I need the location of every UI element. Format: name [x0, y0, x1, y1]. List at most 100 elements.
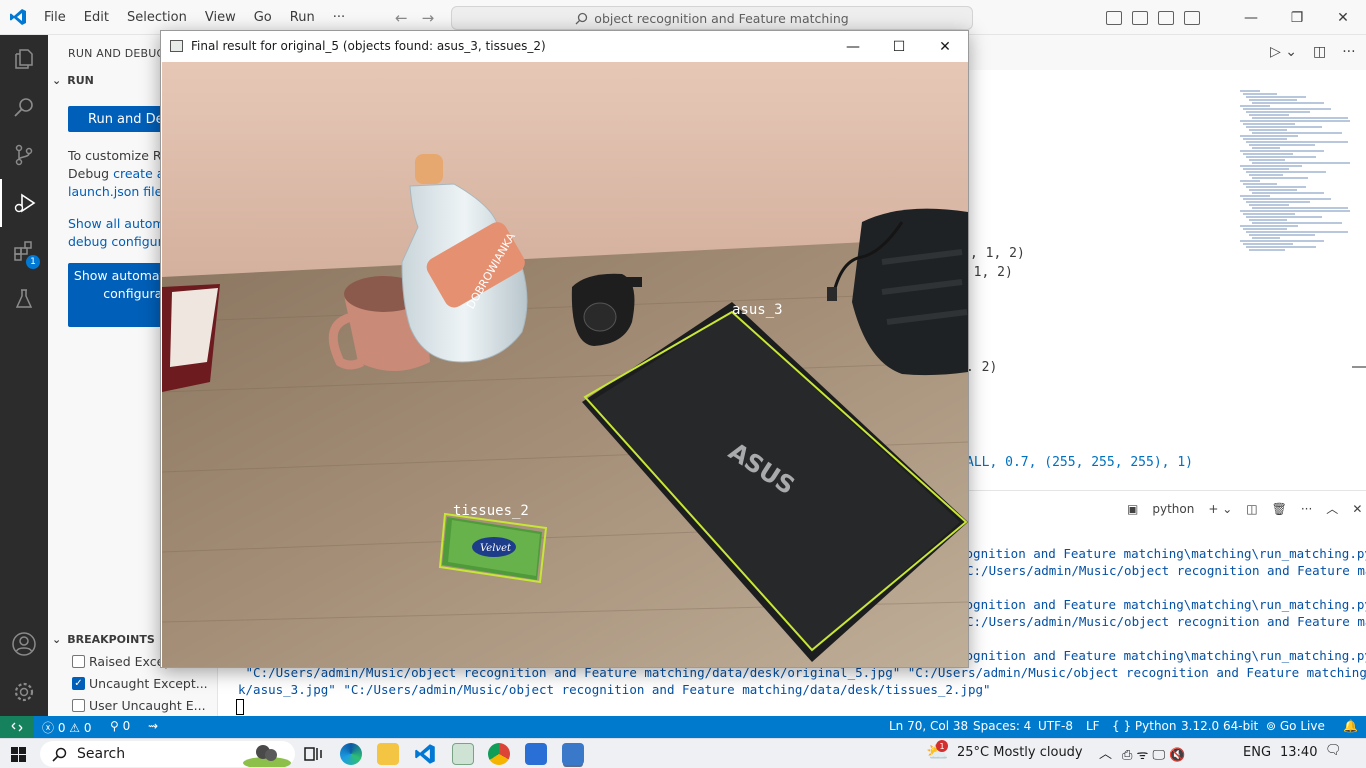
customize-line-2: Debug: [68, 166, 110, 181]
chevron-down-icon: ⌄: [52, 633, 62, 646]
python-opencv-window-icon[interactable]: [562, 743, 584, 765]
search-activity-icon[interactable]: [0, 83, 48, 131]
customize-layout-icon[interactable]: [1184, 10, 1200, 25]
opencv-result-window[interactable]: Final result for original_5 (objects fou…: [160, 30, 969, 668]
clock[interactable]: 13:40: [1280, 745, 1317, 760]
maximize-panel-icon[interactable]: ︿: [1326, 500, 1338, 517]
notification-center-icon[interactable]: 🗨: [1325, 743, 1342, 758]
create-launch-link[interactable]: create a: [113, 166, 164, 181]
minimap-line: [1246, 201, 1310, 203]
detection-label-asus-3: asus_3: [732, 302, 783, 318]
task-view-icon[interactable]: [302, 743, 324, 765]
vscode-restore-button[interactable]: ❐: [1274, 0, 1320, 35]
split-terminal-icon[interactable]: ◫: [1246, 502, 1257, 516]
tray-icons[interactable]: ⎙ ᯤ 🖵 🔇: [1122, 745, 1185, 763]
taskbar-search-label: Search: [77, 746, 126, 762]
opencv-maximize-button[interactable]: ☐: [876, 31, 922, 62]
history-nav: ← →: [395, 9, 434, 27]
notepad-icon[interactable]: [452, 743, 474, 765]
account-icon[interactable]: [0, 620, 48, 668]
remote-indicator-icon[interactable]: [0, 716, 34, 738]
code-text: ALL, 0.7, (255, 255, 255), 1): [966, 455, 1193, 470]
minimap-line: [1240, 240, 1324, 242]
encoding[interactable]: UTF-8: [1038, 719, 1073, 733]
minimap-line: [1246, 171, 1326, 173]
vscode-taskbar-icon[interactable]: [414, 743, 436, 765]
opencv-close-button[interactable]: ✕: [922, 31, 968, 62]
opencv-app-icon: [170, 40, 183, 52]
back-arrow-icon[interactable]: ←: [395, 9, 408, 27]
scrollbar-position-marker[interactable]: [1352, 366, 1366, 368]
vscode-minimize-button[interactable]: —: [1228, 0, 1274, 35]
terminal-line: C:/Users/admin/Music/object recognition …: [966, 614, 1366, 629]
menu-file[interactable]: File: [35, 10, 75, 25]
settings-gear-icon[interactable]: [0, 668, 48, 716]
explorer-icon[interactable]: [0, 35, 48, 83]
code-text: . 2): [966, 360, 998, 375]
split-editor-icon[interactable]: ◫: [1313, 44, 1326, 60]
breakpoint-item[interactable]: User Uncaught E...: [72, 698, 206, 713]
forward-arrow-icon[interactable]: →: [422, 9, 435, 27]
minimap-line: [1246, 246, 1316, 248]
kill-terminal-icon[interactable]: 🗑: [1272, 502, 1287, 516]
more-actions-icon[interactable]: ···: [1342, 44, 1355, 60]
extensions-icon[interactable]: 1: [0, 227, 48, 275]
debug-launch-icon[interactable]: ⇝: [148, 719, 158, 733]
opencv-window-titlebar[interactable]: Final result for original_5 (objects fou…: [161, 31, 968, 62]
source-control-icon[interactable]: [0, 131, 48, 179]
minimap-line: [1240, 90, 1260, 92]
run-debug-icon[interactable]: [0, 179, 48, 227]
breakpoint-item[interactable]: ✓ Uncaught Except...: [72, 676, 208, 691]
file-explorer-icon[interactable]: [377, 743, 399, 765]
command-center-search[interactable]: object recognition and Feature matching: [451, 6, 973, 30]
terminal-icon: ▣: [1127, 501, 1139, 516]
mail-icon[interactable]: [525, 743, 547, 765]
opencv-minimize-button[interactable]: —: [830, 31, 876, 62]
checkbox[interactable]: [72, 655, 85, 668]
breakpoints-section-header[interactable]: ⌄ BREAKPOINTS: [52, 633, 155, 646]
new-terminal-icon[interactable]: + ⌄: [1208, 502, 1232, 516]
python-interpreter[interactable]: 3.12.0 64-bit: [1181, 719, 1258, 733]
run-python-file-icon[interactable]: ▷ ⌄: [1270, 44, 1297, 60]
ports-indicator[interactable]: ⚲ 0: [110, 719, 130, 733]
run-section-header[interactable]: ⌄ RUN: [52, 74, 94, 87]
menu-run[interactable]: Run: [281, 10, 324, 25]
minimap-line: [1249, 144, 1315, 146]
detection-result-image: DOBROWIANKA ASUS Velvet asus_3 tissues_2: [162, 62, 968, 667]
minimap-line: [1243, 123, 1295, 125]
edge-browser-icon[interactable]: [340, 743, 362, 765]
taskbar-search[interactable]: Search: [40, 741, 295, 767]
menu-more[interactable]: ···: [324, 10, 354, 25]
menu-selection[interactable]: Selection: [118, 10, 196, 25]
show-hidden-icons-chevron-icon[interactable]: ︿: [1099, 743, 1112, 762]
language-mode[interactable]: { } Python: [1112, 719, 1177, 733]
go-live-button[interactable]: ⊚ Go Live: [1266, 719, 1325, 733]
weather-text[interactable]: 25°C Mostly cloudy: [957, 745, 1083, 760]
minimap-line: [1240, 120, 1350, 122]
minimap-line: [1252, 102, 1324, 104]
vscode-close-button[interactable]: ✕: [1320, 0, 1366, 35]
chrome-browser-icon[interactable]: [488, 743, 510, 765]
more-icon[interactable]: ···: [1301, 502, 1312, 516]
testing-flask-icon[interactable]: [0, 275, 48, 323]
keyboard-language[interactable]: ENG: [1243, 745, 1271, 760]
toggle-panel-icon[interactable]: [1132, 10, 1148, 25]
checkbox-checked[interactable]: ✓: [72, 677, 85, 690]
indentation[interactable]: Spaces: 4: [973, 719, 1031, 733]
terminal-tab-python[interactable]: python: [1152, 502, 1194, 516]
windows-start-icon[interactable]: [11, 747, 26, 766]
checkbox[interactable]: [72, 699, 85, 712]
toggle-sidebar-icon[interactable]: [1106, 10, 1122, 25]
cursor-position[interactable]: Ln 70, Col 38: [889, 719, 968, 733]
weather-icon[interactable]: ⛅ 1: [926, 740, 948, 763]
minimap-line: [1246, 231, 1348, 233]
menu-edit[interactable]: Edit: [75, 10, 118, 25]
toggle-secondary-sidebar-icon[interactable]: [1158, 10, 1174, 25]
close-panel-icon[interactable]: ✕: [1352, 502, 1362, 516]
notifications-bell-icon[interactable]: 🔔: [1343, 719, 1358, 733]
menu-go[interactable]: Go: [245, 10, 281, 25]
menu-view[interactable]: View: [196, 10, 245, 25]
minimap[interactable]: [1240, 90, 1352, 251]
problems-indicator[interactable]: ⓧ 0 ⚠ 0: [42, 719, 92, 736]
line-endings[interactable]: LF: [1086, 719, 1100, 733]
